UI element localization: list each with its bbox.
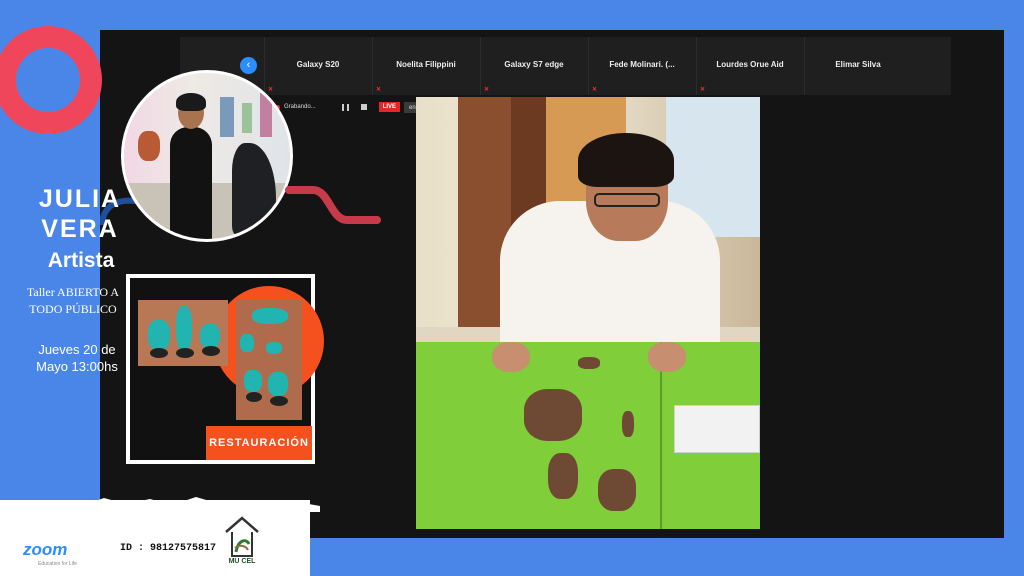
stop-recording-icon[interactable] bbox=[360, 104, 367, 110]
participant-name: Lourdes Orue Aid bbox=[716, 60, 784, 69]
muted-mic-icon: ✕ bbox=[376, 87, 382, 93]
participant-name: Fede Molinari. (... bbox=[609, 60, 675, 69]
participant-thumb-4[interactable]: Fede Molinari. (... ✕ bbox=[588, 37, 695, 95]
zoom-logo: zoom bbox=[23, 540, 68, 559]
restauracion-card: RESTAURACIÓN bbox=[126, 274, 324, 464]
decorative-ring bbox=[0, 26, 102, 134]
decorative-squiggle bbox=[285, 186, 381, 224]
participant-name: Galaxy S20 bbox=[296, 60, 340, 69]
participant-name: Galaxy S7 edge bbox=[504, 60, 564, 69]
participant-thumb-5[interactable]: Lourdes Orue Aid ✕ bbox=[696, 37, 803, 95]
zoom-tagline: Education for Life bbox=[38, 561, 77, 567]
artist-photo bbox=[121, 70, 293, 242]
muted-mic-icon: ✕ bbox=[484, 87, 490, 93]
artist-role: Artista bbox=[47, 249, 115, 272]
active-speaker-video bbox=[416, 97, 760, 529]
restoration-photo-before bbox=[138, 300, 228, 366]
participant-thumb-3[interactable]: Galaxy S7 edge ✕ bbox=[480, 37, 587, 95]
participant-name: Elimar Silva bbox=[835, 60, 881, 69]
participant-name: Noelita Filippini bbox=[396, 60, 456, 69]
pause-recording-icon[interactable] bbox=[341, 103, 349, 111]
artist-name: JULIA VERA bbox=[38, 185, 122, 243]
workshop-description: Taller ABIERTO A TODO PÚBLICO bbox=[26, 285, 120, 316]
mucel-logo-text: MU CEL bbox=[228, 558, 256, 565]
participant-thumb-2[interactable]: Noelita Filippini ✕ bbox=[372, 37, 479, 95]
participant-thumb-6[interactable]: Elimar Silva bbox=[804, 37, 911, 95]
event-date: Jueves 20 de Mayo 13:00hs bbox=[36, 342, 118, 374]
prev-participants-button[interactable]: ‹ bbox=[240, 57, 257, 74]
restauracion-label: RESTAURACIÓN bbox=[206, 426, 312, 460]
meeting-id: ID : 98127575817 bbox=[120, 543, 217, 554]
restoration-photo-after bbox=[236, 300, 302, 420]
muted-mic-icon: ✕ bbox=[700, 87, 706, 93]
live-badge: LIVE bbox=[378, 102, 401, 112]
muted-mic-icon: ✕ bbox=[592, 87, 598, 93]
